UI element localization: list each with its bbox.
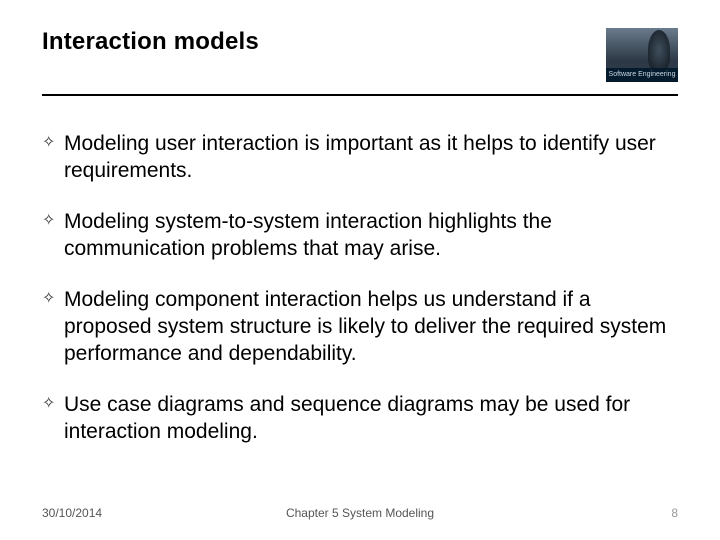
bullet-icon: ✧ xyxy=(42,391,64,417)
divider xyxy=(42,94,678,96)
bullet-icon: ✧ xyxy=(42,286,64,312)
slide: Interaction models Software Engineering … xyxy=(0,0,720,540)
book-cover-label: Software Engineering xyxy=(606,68,678,82)
list-item: ✧ Modeling system-to-system interaction … xyxy=(42,208,678,262)
bullet-text: Use case diagrams and sequence diagrams … xyxy=(64,391,678,445)
bullet-text: Modeling user interaction is important a… xyxy=(64,130,678,184)
header: Interaction models Software Engineering xyxy=(42,0,678,82)
bullet-text: Modeling system-to-system interaction hi… xyxy=(64,208,678,262)
bullet-text: Modeling component interaction helps us … xyxy=(64,286,678,367)
bullet-icon: ✧ xyxy=(42,130,64,156)
book-cover-image: Software Engineering xyxy=(606,28,678,82)
list-item: ✧ Use case diagrams and sequence diagram… xyxy=(42,391,678,445)
list-item: ✧ Modeling component interaction helps u… xyxy=(42,286,678,367)
bullet-icon: ✧ xyxy=(42,208,64,234)
slide-title: Interaction models xyxy=(42,28,259,56)
footer: 30/10/2014 Chapter 5 System Modeling 8 xyxy=(42,506,678,520)
content: ✧ Modeling user interaction is important… xyxy=(42,130,678,445)
footer-chapter: Chapter 5 System Modeling xyxy=(42,506,678,520)
list-item: ✧ Modeling user interaction is important… xyxy=(42,130,678,184)
gherkin-icon xyxy=(648,30,670,70)
